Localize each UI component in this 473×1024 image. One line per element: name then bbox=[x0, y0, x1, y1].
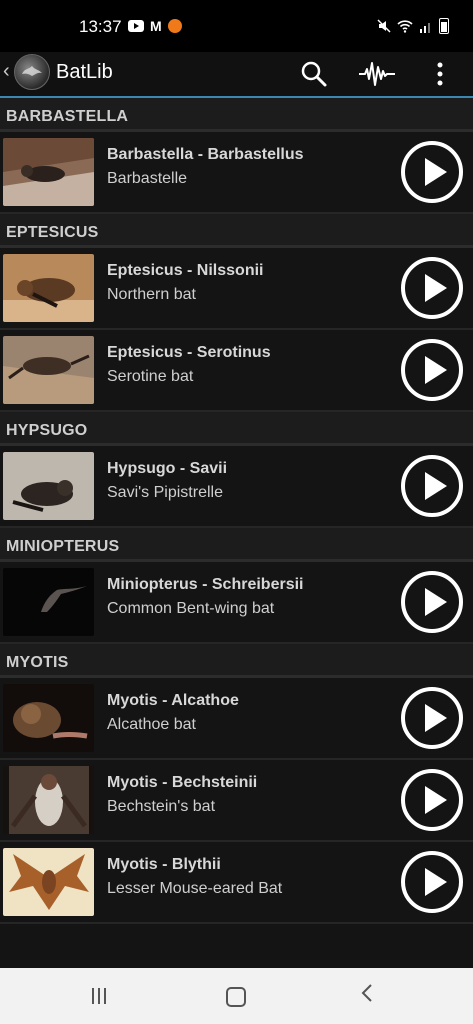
species-common-name: Serotine bat bbox=[107, 368, 194, 385]
species-scientific-name: Barbastella - Barbastellus bbox=[107, 146, 304, 163]
species-thumbnail bbox=[3, 568, 94, 636]
section-title: MYOTIS bbox=[6, 654, 69, 671]
species-thumbnail bbox=[3, 336, 94, 404]
play-icon[interactable] bbox=[400, 338, 464, 402]
mute-icon bbox=[377, 19, 391, 33]
species-common-name: Savi's Pipistrelle bbox=[107, 484, 223, 501]
species-thumbnail bbox=[3, 684, 94, 752]
list-item[interactable]: Myotis - Bechsteinii Bechstein's bat bbox=[0, 760, 473, 842]
play-icon[interactable] bbox=[400, 570, 464, 634]
back-chevron-icon[interactable]: ‹ bbox=[3, 60, 10, 83]
species-common-name: Common Bent-wing bat bbox=[107, 600, 275, 617]
app-bar: ‹ BatLib bbox=[0, 52, 473, 96]
play-icon[interactable] bbox=[400, 768, 464, 832]
app-title: BatLib bbox=[56, 61, 113, 83]
species-scientific-name: Miniopterus - Schreibersii bbox=[107, 576, 304, 593]
gmail-icon: M bbox=[150, 18, 162, 34]
app-logo[interactable] bbox=[14, 54, 50, 90]
recent-apps-button[interactable] bbox=[92, 988, 112, 1004]
species-common-name: Bechstein's bat bbox=[107, 798, 216, 815]
species-common-name: Lesser Mouse-eared Bat bbox=[107, 880, 283, 897]
play-icon[interactable] bbox=[400, 686, 464, 750]
system-navigation-bar bbox=[0, 968, 473, 1024]
section-header: MYOTIS bbox=[0, 644, 473, 678]
species-thumbnail bbox=[3, 452, 94, 520]
list-item[interactable]: Myotis - Blythii Lesser Mouse-eared Bat bbox=[0, 842, 473, 924]
status-time: 13:37 bbox=[79, 17, 122, 36]
species-scientific-name: Eptesicus - Nilssonii bbox=[107, 262, 264, 279]
section-title: MINIOPTERUS bbox=[6, 538, 120, 555]
notification-icons: M bbox=[128, 19, 182, 33]
list-item[interactable]: Miniopterus - Schreibersii Common Bent-w… bbox=[0, 562, 473, 644]
youtube-icon bbox=[128, 20, 144, 32]
species-scientific-name: Eptesicus - Serotinus bbox=[107, 344, 271, 361]
play-icon[interactable] bbox=[400, 454, 464, 518]
list-item[interactable]: Myotis - Alcathoe Alcathoe bat bbox=[0, 678, 473, 760]
section-header: BARBASTELLA bbox=[0, 98, 473, 132]
species-common-name: Northern bat bbox=[107, 286, 196, 303]
play-icon[interactable] bbox=[400, 140, 464, 204]
species-scientific-name: Myotis - Alcathoe bbox=[107, 692, 239, 709]
species-common-name: Alcathoe bat bbox=[107, 716, 196, 733]
species-scientific-name: Myotis - Blythii bbox=[107, 856, 221, 873]
section-title: EPTESICUS bbox=[6, 224, 99, 241]
signal-icon bbox=[420, 23, 430, 33]
species-thumbnail bbox=[3, 254, 94, 322]
species-thumbnail bbox=[3, 138, 94, 206]
bat-logo-icon bbox=[22, 66, 42, 76]
species-common-name: Barbastelle bbox=[107, 170, 188, 187]
back-button[interactable] bbox=[360, 982, 374, 1010]
species-scientific-name: Hypsugo - Savii bbox=[107, 460, 228, 477]
back-arrow-icon bbox=[361, 984, 372, 1002]
battery-icon bbox=[439, 18, 449, 34]
species-thumbnail bbox=[3, 766, 94, 834]
status-bar: 13:37 M bbox=[0, 0, 473, 52]
list-item[interactable]: Eptesicus - Serotinus Serotine bat bbox=[0, 330, 473, 412]
section-title: BARBASTELLA bbox=[6, 108, 129, 125]
play-icon[interactable] bbox=[400, 850, 464, 914]
overflow-menu-icon[interactable] bbox=[428, 58, 452, 90]
search-icon[interactable] bbox=[298, 58, 330, 90]
waveform-icon[interactable] bbox=[358, 58, 396, 90]
wifi-icon bbox=[397, 20, 413, 33]
species-thumbnail bbox=[3, 848, 94, 916]
list-item[interactable]: Barbastella - Barbastellus Barbastelle bbox=[0, 132, 473, 214]
section-header: HYPSUGO bbox=[0, 412, 473, 446]
section-title: HYPSUGO bbox=[6, 422, 88, 439]
list-item-partial[interactable] bbox=[0, 924, 473, 968]
species-scientific-name: Myotis - Bechsteinii bbox=[107, 774, 258, 791]
app-notification-icon bbox=[167, 19, 182, 33]
list-item[interactable]: Hypsugo - Savii Savi's Pipistrelle bbox=[0, 446, 473, 528]
species-list[interactable]: BARBASTELLA Barbastella - Barbastellus B… bbox=[0, 98, 473, 968]
play-icon[interactable] bbox=[400, 256, 464, 320]
section-header: EPTESICUS bbox=[0, 214, 473, 248]
home-button[interactable] bbox=[226, 987, 246, 1007]
list-item[interactable]: Eptesicus - Nilssonii Northern bat bbox=[0, 248, 473, 330]
section-header: MINIOPTERUS bbox=[0, 528, 473, 562]
system-icons bbox=[377, 18, 449, 34]
